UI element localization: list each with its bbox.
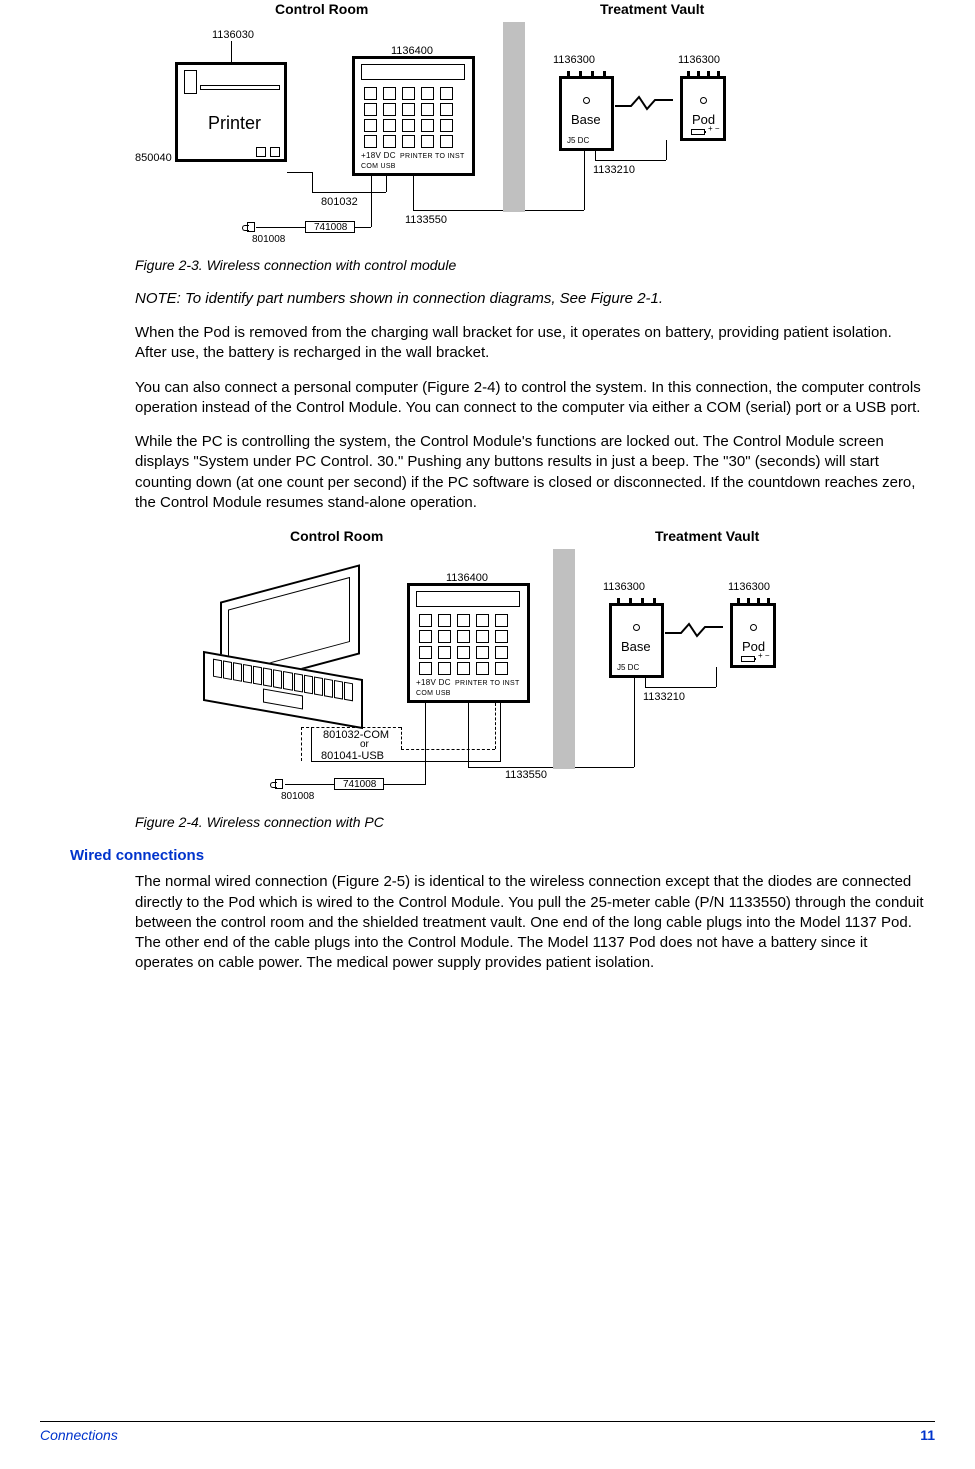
battery-icon <box>691 129 705 135</box>
wireless-link-icon <box>615 94 673 112</box>
wall-icon <box>553 549 575 769</box>
pod-box: Pod + − <box>680 76 726 141</box>
pn-long-cable: 1133550 <box>505 768 547 783</box>
base-box: Base J5 DC <box>559 76 614 151</box>
pn-usb: 801041-USB <box>321 749 384 764</box>
pn-adapter-cable: 801008 <box>281 790 314 804</box>
base-box: Base J5 DC <box>609 603 664 678</box>
pn-base-link: 1133210 <box>643 690 685 705</box>
control-module-box: +18V DC PRINTER TO INST COM USB <box>352 56 475 176</box>
note-text: NOTE: To identify part numbers shown in … <box>135 289 925 309</box>
port-labels: +18V DC PRINTER TO INST COM USB <box>416 678 527 698</box>
pn-adapter-cable: 801008 <box>252 233 285 247</box>
indicator-icon <box>750 624 757 631</box>
wireless-link-icon <box>665 621 723 639</box>
pn-adapter: 741008 <box>343 778 376 792</box>
pn-base: 1136300 <box>603 580 645 595</box>
power-plug-icon <box>247 222 255 232</box>
footer-page-number: 11 <box>920 1426 935 1445</box>
figure-2-3-caption: Figure 2-3. Wireless connection with con… <box>135 256 925 275</box>
keypad <box>364 87 453 148</box>
section-heading-wired: Wired connections <box>70 846 935 866</box>
label-control-room: Control Room <box>275 0 368 19</box>
pn-base-link: 1133210 <box>593 163 635 178</box>
port-labels: +18V DC PRINTER TO INST COM USB <box>361 151 472 171</box>
power-plug-icon <box>275 779 283 789</box>
keypad <box>419 614 508 675</box>
indicator-icon <box>633 624 640 631</box>
printer-box: Printer <box>175 62 287 162</box>
indicator-icon <box>700 97 707 104</box>
figure-2-4-diagram: Control Room Treatment Vault 1136400 +18… <box>135 527 925 807</box>
page-footer: Connections 11 <box>40 1421 935 1445</box>
figure-2-3-diagram: Control Room Treatment Vault 1136030 Pri… <box>135 0 925 250</box>
pn-long-cable: 1133550 <box>405 213 447 228</box>
pn-printer-box: 850040 <box>135 151 172 166</box>
label-treatment-vault: Treatment Vault <box>655 527 759 546</box>
pn-pod: 1136300 <box>678 53 720 68</box>
pn-module-cable: 801032 <box>321 195 358 210</box>
wall-icon <box>503 22 525 212</box>
battery-icon <box>741 656 755 662</box>
label-treatment-vault: Treatment Vault <box>600 0 704 19</box>
label-control-room: Control Room <box>290 527 383 546</box>
body-paragraph: The normal wired connection (Figure 2-5)… <box>135 872 925 973</box>
body-paragraph: While the PC is controlling the system, … <box>135 432 925 513</box>
footer-section: Connections <box>40 1426 118 1445</box>
pn-base: 1136300 <box>553 53 595 68</box>
figure-2-4-caption: Figure 2-4. Wireless connection with PC <box>135 813 925 832</box>
pod-box: Pod + − <box>730 603 776 668</box>
pn-com: 801032-COM <box>323 728 389 743</box>
body-paragraph: When the Pod is removed from the chargin… <box>135 323 925 364</box>
pn-pod: 1136300 <box>728 580 770 595</box>
pn-printer: 1136030 <box>212 28 254 43</box>
printer-label: Printer <box>208 111 261 135</box>
control-module-box: +18V DC PRINTER TO INST COM USB <box>407 583 530 703</box>
pn-adapter: 741008 <box>314 221 347 235</box>
body-paragraph: You can also connect a personal computer… <box>135 378 925 419</box>
indicator-icon <box>583 97 590 104</box>
